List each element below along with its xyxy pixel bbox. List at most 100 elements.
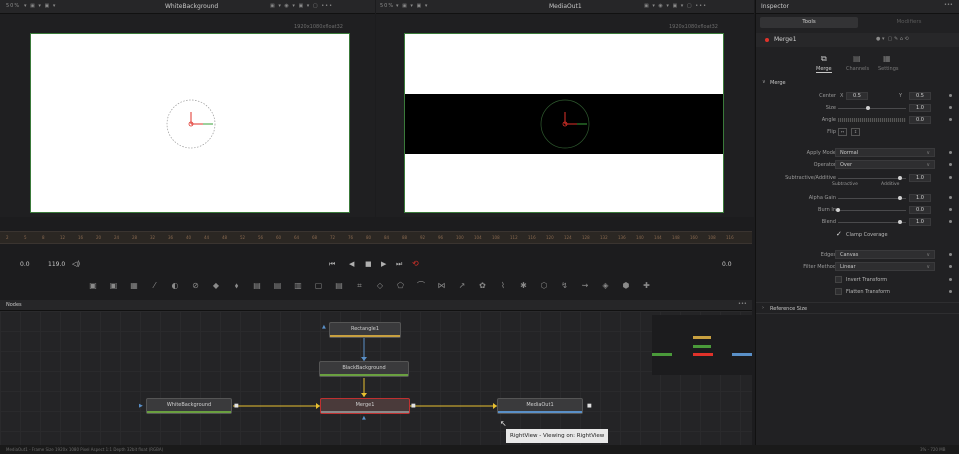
bitmap-tool-icon[interactable]: ⌒: [416, 281, 426, 291]
burn-in-slider-knob[interactable]: [836, 208, 840, 212]
invert-keyframe-icon[interactable]: [949, 278, 952, 281]
angle-input[interactable]: 0.0: [909, 116, 931, 124]
right-canvas[interactable]: [404, 33, 724, 213]
resize-tool-icon[interactable]: ▤: [334, 281, 344, 291]
size-keyframe-icon[interactable]: [949, 106, 952, 109]
flip-vertical-icon[interactable]: ↕: [851, 128, 860, 136]
start-time-field[interactable]: 0.0: [20, 261, 30, 268]
merge-mask-input-icon[interactable]: ▲: [362, 415, 366, 421]
audio-icon[interactable]: ◁): [72, 260, 80, 268]
text-tool-icon[interactable]: ▦: [129, 281, 139, 291]
shape-tool-icon[interactable]: ⬡: [539, 281, 549, 291]
edges-dropdown[interactable]: Canvas ∨: [835, 250, 935, 259]
step-back-icon[interactable]: ◀: [349, 260, 354, 268]
size-slider-knob[interactable]: [866, 106, 870, 110]
node-media-out[interactable]: MediaOut1: [497, 398, 583, 414]
rectangle-input-icon[interactable]: ▲: [322, 324, 326, 330]
settings-tab-icon[interactable]: ▦: [883, 54, 891, 63]
go-to-start-icon[interactable]: ⏮: [329, 260, 335, 269]
3d-shape-tool-icon[interactable]: ◈: [601, 281, 611, 291]
background-tool-icon[interactable]: ▣: [88, 281, 98, 291]
burn-in-input[interactable]: 0.0: [909, 206, 931, 214]
merge-tab-icon[interactable]: ⧉: [821, 54, 827, 64]
blend-slider[interactable]: [838, 222, 906, 223]
node-merge[interactable]: Merge1: [320, 398, 410, 414]
planar-tracker-tool-icon[interactable]: ↗: [457, 281, 467, 291]
polygon-tool-icon[interactable]: ◇: [375, 281, 385, 291]
node-color-dot-icon[interactable]: [765, 38, 769, 42]
particle-tool-icon[interactable]: ✿: [478, 281, 488, 291]
checkmark-icon[interactable]: ✓: [836, 230, 842, 238]
alpha-gain-slider-knob[interactable]: [898, 196, 902, 200]
flatten-transform-checkbox[interactable]: [835, 288, 842, 295]
tracker-tool-icon[interactable]: ⋈: [437, 281, 447, 291]
alpha-gain-input[interactable]: 1.0: [909, 194, 931, 202]
curves-tool-icon[interactable]: ◆: [211, 281, 221, 291]
subtab-settings[interactable]: Settings: [878, 66, 899, 72]
color-correct-tool-icon[interactable]: ⊘: [191, 281, 201, 291]
right-zoom-control[interactable]: 50%: [380, 3, 394, 9]
tab-modifiers[interactable]: Modifiers: [860, 17, 958, 28]
center-x-input[interactable]: 0.5: [846, 92, 868, 100]
edges-keyframe-icon[interactable]: [949, 253, 952, 256]
white-bg-input-icon[interactable]: ▶: [139, 403, 143, 409]
apply-mode-keyframe-icon[interactable]: [949, 151, 952, 154]
blend-keyframe-icon[interactable]: [949, 220, 952, 223]
center-keyframe-icon[interactable]: [949, 94, 952, 97]
flatten-keyframe-icon[interactable]: [949, 290, 952, 293]
size-slider[interactable]: [838, 108, 906, 109]
angle-keyframe-icon[interactable]: [949, 118, 952, 121]
right-viewer[interactable]: 1920x1080xfloat32: [376, 14, 754, 217]
left-zoom-control[interactable]: 50%: [6, 3, 20, 9]
operator-keyframe-icon[interactable]: [949, 163, 952, 166]
node-graph[interactable]: Rectangle1 BlackBackground WhiteBackgrou…: [0, 311, 752, 445]
left-viewer[interactable]: 1920x1080xfloat32: [0, 14, 375, 217]
grid-warp-tool-icon[interactable]: ⌗: [355, 281, 365, 291]
channels-tab-icon[interactable]: ▤: [853, 54, 861, 63]
blur-tool-icon[interactable]: ◐: [170, 281, 180, 291]
play-icon[interactable]: ▶: [381, 260, 386, 268]
matte-tool-icon[interactable]: ⬧: [232, 281, 242, 291]
loop-icon[interactable]: ⟲: [412, 259, 419, 268]
node-rectangle[interactable]: Rectangle1: [329, 322, 401, 338]
sub-add-input[interactable]: 1.0: [909, 174, 931, 182]
image-tool-icon[interactable]: ▣: [109, 281, 119, 291]
size-input[interactable]: 1.0: [909, 104, 931, 112]
alpha-gain-keyframe-icon[interactable]: [949, 196, 952, 199]
bspline-tool-icon[interactable]: ⬠: [396, 281, 406, 291]
tab-tools[interactable]: Tools: [760, 17, 858, 28]
light-tool-icon[interactable]: ⇝: [580, 281, 590, 291]
center-y-input[interactable]: 0.5: [909, 92, 931, 100]
filter-keyframe-icon[interactable]: [949, 265, 952, 268]
merge-3d-tool-icon[interactable]: ▤: [273, 281, 283, 291]
paint-tool-icon[interactable]: ⁄: [150, 281, 160, 291]
blend-slider-knob[interactable]: [898, 220, 902, 224]
end-time-field[interactable]: 119.0: [48, 261, 65, 268]
sub-add-slider[interactable]: [838, 178, 906, 179]
inspector-more-icon[interactable]: •••: [944, 2, 953, 8]
burn-in-slider[interactable]: [838, 210, 906, 211]
merge-tool-icon[interactable]: ▤: [252, 281, 262, 291]
node-black-background[interactable]: BlackBackground: [319, 361, 409, 377]
sub-add-slider-knob[interactable]: [898, 176, 902, 180]
subtab-merge[interactable]: Merge: [816, 66, 832, 73]
go-to-end-icon[interactable]: ⏭: [396, 260, 402, 269]
apply-mode-dropdown[interactable]: Normal ∨: [835, 148, 935, 157]
channel-boolean-tool-icon[interactable]: ▥: [293, 281, 303, 291]
current-time-field[interactable]: 0.0: [722, 261, 732, 268]
node-header-icons[interactable]: ● ▾ ▢ ✎ ⌂ ⟲: [876, 36, 909, 42]
node-white-background[interactable]: WhiteBackground: [146, 398, 232, 414]
stop-icon[interactable]: ■: [365, 260, 372, 268]
alpha-gain-slider[interactable]: [838, 198, 906, 199]
left-viewer-tools-icons[interactable]: ▣ ▾ ◉ ▾ ▣ ▾ ▢ •••: [270, 3, 333, 9]
burn-in-keyframe-icon[interactable]: [949, 208, 952, 211]
right-viewer-menu-icons[interactable]: ▾ ▣ ▾ ▣ ▾: [396, 3, 428, 9]
renderer-tool-icon[interactable]: ⬢: [621, 281, 631, 291]
camera-tool-icon[interactable]: ↯: [560, 281, 570, 291]
sub-add-keyframe-icon[interactable]: [949, 176, 952, 179]
operator-dropdown[interactable]: Over ∨: [835, 160, 935, 169]
emitter-tool-icon[interactable]: ⌇: [498, 281, 508, 291]
white-bg-output-dot-icon[interactable]: ■: [234, 403, 239, 409]
merge-section-header[interactable]: ∨ Merge: [756, 78, 959, 88]
left-viewer-menu-icons[interactable]: ▾ ▣ ▾ ▣ ▾: [24, 3, 56, 9]
